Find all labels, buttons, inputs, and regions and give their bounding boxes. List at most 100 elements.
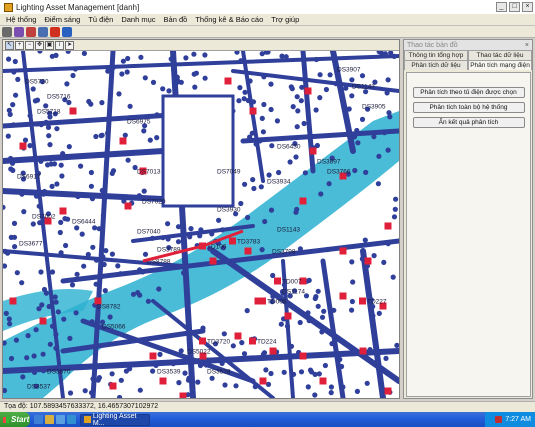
cabinet-marker <box>284 312 292 320</box>
street-light-dot <box>198 227 204 233</box>
cabinet-marker <box>19 142 27 150</box>
home-icon[interactable] <box>2 26 12 37</box>
street-light-dot <box>66 144 72 150</box>
full-extent-icon[interactable]: ▣ <box>45 40 54 50</box>
cabinet-marker <box>304 87 312 95</box>
save-icon[interactable] <box>38 26 48 37</box>
map-canvas[interactable]: DS5720 DS5716 DS5718 DS6975 DS6917 DS7002 DS70… <box>3 51 399 398</box>
tray-icon[interactable] <box>495 416 503 423</box>
street-light-dot <box>270 272 276 279</box>
light-label: DS5720 <box>25 79 49 86</box>
tab-general-info[interactable]: Thông tin tổng hợp <box>404 50 468 60</box>
tab-network-analysis[interactable]: Phân tích mạng điện <box>468 60 532 70</box>
zoom-out-icon[interactable]: − <box>25 40 34 50</box>
cabinet-marker <box>119 137 127 145</box>
shield-icon[interactable] <box>14 26 24 37</box>
menu-diem-sang[interactable]: Điểm sáng <box>40 15 84 24</box>
street-light-dot <box>261 74 267 80</box>
menu-tu-dien[interactable]: Tủ điện <box>84 15 117 24</box>
tools-icon[interactable] <box>26 26 36 37</box>
pointer-icon[interactable]: ➤ <box>65 40 74 50</box>
street-light-dot <box>249 130 255 136</box>
street-light-dot <box>19 191 25 197</box>
menu-he-thong[interactable]: Hệ thống <box>2 15 40 24</box>
street-light-dot <box>72 66 78 72</box>
street-light-dot <box>200 325 206 331</box>
street-light-dot <box>15 76 21 82</box>
help-icon[interactable] <box>62 26 72 37</box>
street-light-dot <box>209 231 215 237</box>
street-light-dot <box>5 250 11 256</box>
street-light-dot <box>238 200 244 207</box>
street-light-dot <box>371 134 377 140</box>
street-light-dot <box>100 212 106 219</box>
maximize-button[interactable]: □ <box>509 2 520 12</box>
minimize-button[interactable]: _ <box>496 2 507 12</box>
map-panel[interactable]: ↖ + − ✥ ▣ i ➤ DS5720 DS5716 DS5718 DS6975 DS6917 DS… <box>2 39 400 399</box>
street-light-dot <box>55 309 61 315</box>
select-tool-icon[interactable]: ↖ <box>5 40 14 50</box>
light-label: DS1174 <box>282 289 305 296</box>
street-light-dot <box>359 256 365 262</box>
street-light-dot <box>88 101 94 107</box>
street-light-dot <box>75 193 81 200</box>
task-button-app[interactable]: Lighting Asset M... <box>80 413 150 427</box>
pan-icon[interactable]: ✥ <box>35 40 44 50</box>
street-light-dot <box>175 224 182 230</box>
close-button[interactable]: × <box>522 2 533 12</box>
street-light-dot <box>312 392 318 398</box>
street-light-dot <box>49 269 56 275</box>
street-light-dot <box>47 341 53 347</box>
street-light-dot <box>64 81 70 87</box>
street-light-dot <box>93 257 100 263</box>
street-light-dot <box>81 263 87 269</box>
street-light-dot <box>156 286 162 292</box>
menu-tro-giup[interactable]: Trợ giúp <box>267 15 303 24</box>
tab-data-operations[interactable]: Thao tác dữ liệu <box>468 50 532 60</box>
tab-data-analysis[interactable]: Phân tích dữ liệu <box>404 60 468 70</box>
street-light-dot <box>222 382 228 388</box>
hide-analysis-results-button[interactable]: Ẩn kết quả phân tích <box>412 117 525 128</box>
street-light-dot <box>250 99 257 105</box>
street-light-dot <box>302 170 308 176</box>
menu-thong-ke[interactable]: Thống kê & Báo cáo <box>191 15 267 24</box>
street-light-dot <box>74 271 80 277</box>
street-light-dot <box>185 317 191 323</box>
stop-icon[interactable] <box>50 26 60 37</box>
street-light-dot <box>47 142 53 148</box>
street-light-dot <box>58 219 64 225</box>
street-light-dot <box>315 288 321 294</box>
light-label: DS3897 <box>317 159 341 166</box>
folder-icon[interactable] <box>45 415 54 424</box>
street-light-dot <box>182 370 188 376</box>
street-light-dot <box>40 351 46 357</box>
street-light-dot <box>312 295 318 302</box>
analyze-selected-cabinet-button[interactable]: Phân tích theo tủ điện được chọn <box>412 87 525 98</box>
street-light-dot <box>351 134 358 140</box>
cabinet-marker <box>339 292 347 300</box>
zoom-in-icon[interactable]: + <box>15 40 24 50</box>
street-light-dot <box>125 157 131 163</box>
start-button[interactable]: Start <box>0 412 30 427</box>
street-light-dot <box>38 122 44 128</box>
street-light-dot <box>362 237 368 243</box>
cabinet-marker <box>309 147 317 155</box>
street-light-dot <box>221 331 227 337</box>
ie-icon[interactable] <box>34 415 43 424</box>
light-label: DS3907 <box>337 67 361 74</box>
info-icon[interactable]: i <box>55 40 64 50</box>
menu-ban-do[interactable]: Bản đồ <box>160 15 192 24</box>
street-light-dot <box>268 207 275 213</box>
street-light-dot <box>319 329 325 335</box>
street-light-dot <box>147 137 153 143</box>
desktop-icon[interactable] <box>56 415 65 424</box>
street-light-dot <box>364 380 370 386</box>
menu-danh-muc[interactable]: Danh mục <box>117 15 159 24</box>
street-light-dot <box>350 279 356 285</box>
street-light-dot <box>150 368 156 374</box>
cabinet-label: TD007 <box>282 279 302 286</box>
street-light-dot <box>166 88 172 94</box>
media-icon[interactable] <box>67 415 76 424</box>
analyze-whole-system-button[interactable]: Phân tích toàn bộ hệ thống <box>412 102 525 113</box>
panel-close-icon[interactable]: × <box>525 42 532 49</box>
